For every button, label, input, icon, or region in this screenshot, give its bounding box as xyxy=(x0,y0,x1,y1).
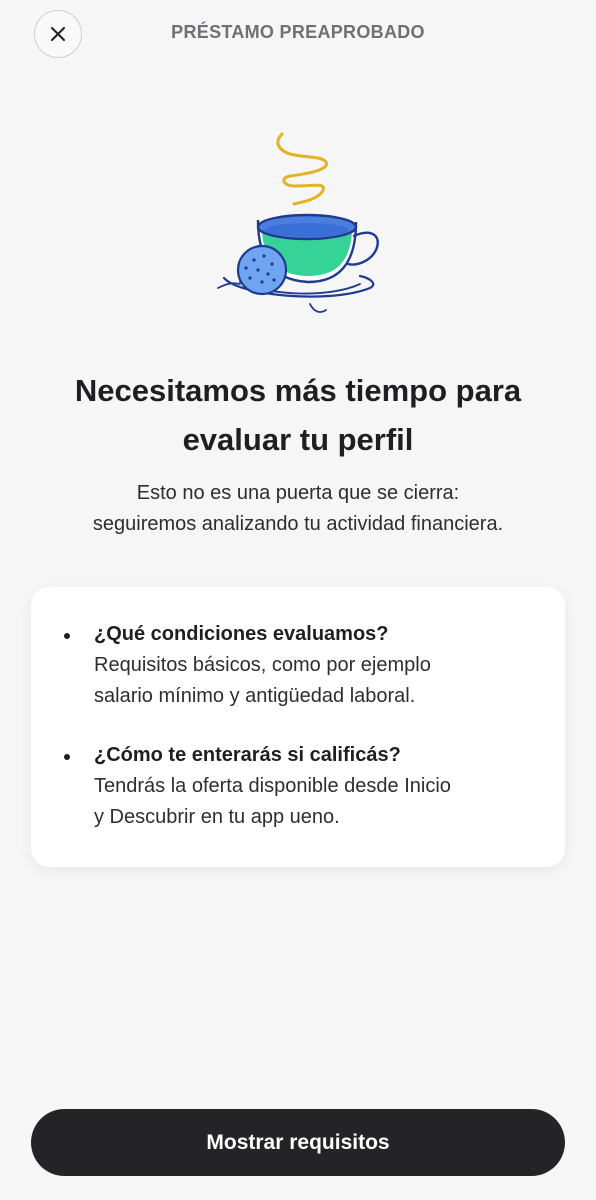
info-item-body-line-2: y Descubrir en tu app ueno. xyxy=(94,806,340,828)
cookie xyxy=(236,244,288,296)
info-item-body-line-1: Tendrás la oferta disponible desde Inici… xyxy=(94,775,451,797)
header: PRÉSTAMO PREAPROBADO xyxy=(0,0,596,70)
info-item-conditions: ¿Qué condiciones evaluamos? Requisitos b… xyxy=(61,619,535,712)
info-item-notification: ¿Cómo te enterarás si calificás? Tendrás… xyxy=(61,740,535,833)
info-item-heading: ¿Cómo te enterarás si calificás? xyxy=(94,744,401,766)
info-item-body-line-1: Requisitos básicos, como por ejemplo xyxy=(94,654,431,676)
info-item-heading: ¿Qué condiciones evaluamos? xyxy=(94,623,389,645)
main-heading: Necesitamos más tiempo para evaluar tu p… xyxy=(20,366,576,464)
bullet-icon xyxy=(64,754,70,760)
main-description: Esto no es una puerta que se cierra: seg… xyxy=(20,478,576,540)
info-card: ¿Qué condiciones evaluamos? Requisitos b… xyxy=(31,587,565,867)
page-title: PRÉSTAMO PREAPROBADO xyxy=(171,22,425,42)
bullet-icon xyxy=(64,633,70,639)
info-item-body-line-2: salario mínimo y antigüedad laboral. xyxy=(94,685,416,707)
main-heading-line-2: evaluar tu perfil xyxy=(182,422,414,457)
main-heading-line-1: Necesitamos más tiempo para xyxy=(74,373,522,408)
description-line-1: Esto no es una puerta que se cierra: xyxy=(136,482,460,504)
show-requirements-button[interactable]: Mostrar requisitos xyxy=(31,1109,565,1176)
steam-swirl xyxy=(276,132,328,206)
description-line-2: seguiremos analizando tu actividad finan… xyxy=(92,513,504,535)
tea-cup-illustration xyxy=(217,132,379,313)
